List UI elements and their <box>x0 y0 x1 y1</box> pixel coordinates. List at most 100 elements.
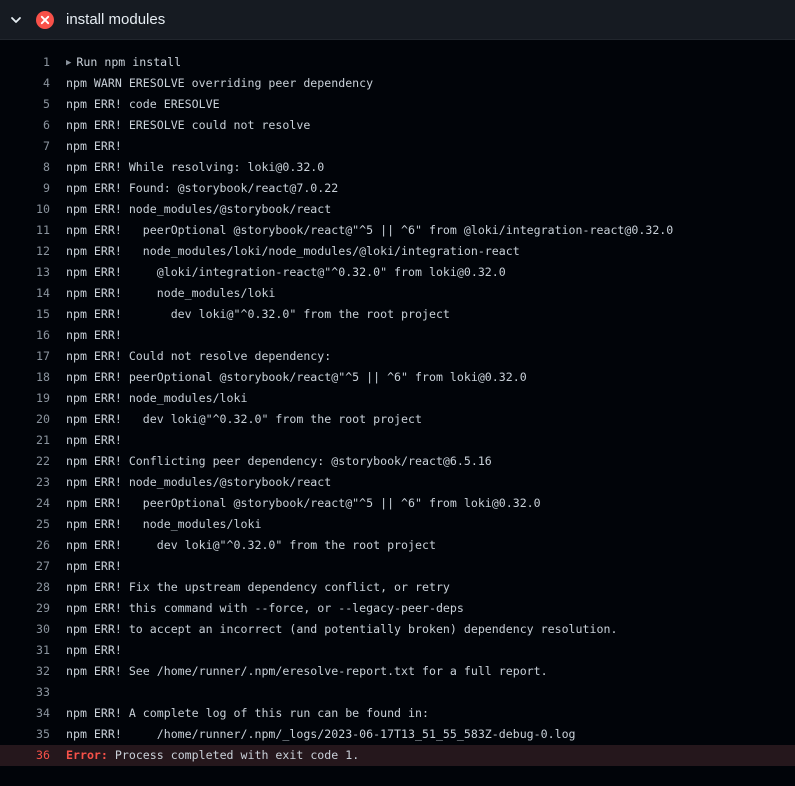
line-number[interactable]: 13 <box>0 262 50 283</box>
line-number[interactable]: 20 <box>0 409 50 430</box>
line-number[interactable]: 15 <box>0 304 50 325</box>
line-number[interactable]: 21 <box>0 430 50 451</box>
line-text: npm ERR! Conflicting peer dependency: @s… <box>66 451 795 472</box>
line-text: npm ERR! code ERESOLVE <box>66 94 795 115</box>
line-content: npm WARN ERESOLVE overriding peer depend… <box>66 76 374 90</box>
log-line: 8 npm ERR! While resolving: loki@0.32.0 <box>0 157 795 178</box>
line-content: npm ERR! code ERESOLVE <box>66 97 220 111</box>
line-content: npm ERR! ERESOLVE could not resolve <box>66 118 311 132</box>
line-content: npm ERR! node_modules/@storybook/react <box>66 202 332 216</box>
step-header[interactable]: install modules <box>0 0 795 40</box>
line-content: npm ERR! node_modules/@storybook/react <box>66 475 332 489</box>
line-number[interactable]: 32 <box>0 661 50 682</box>
line-number[interactable]: 18 <box>0 367 50 388</box>
line-text: ▶ Run npm install <box>66 52 795 73</box>
line-number[interactable]: 35 <box>0 724 50 745</box>
line-content: npm ERR! <box>66 559 122 573</box>
log-line: 25 npm ERR! node_modules/loki <box>0 514 795 535</box>
line-number[interactable]: 14 <box>0 283 50 304</box>
log-line: 29 npm ERR! this command with --force, or… <box>0 598 795 619</box>
line-number[interactable]: 29 <box>0 598 50 619</box>
line-text: npm ERR! this command with --force, or -… <box>66 598 795 619</box>
line-number[interactable]: 24 <box>0 493 50 514</box>
line-number[interactable]: 25 <box>0 514 50 535</box>
line-content: npm ERR! to accept an incorrect (and pot… <box>66 622 618 636</box>
log-line: 21 npm ERR! <box>0 430 795 451</box>
line-number[interactable]: 33 <box>0 682 50 703</box>
line-number[interactable]: 26 <box>0 535 50 556</box>
line-text <box>66 682 795 703</box>
log-line: 30 npm ERR! to accept an incorrect (and p… <box>0 619 795 640</box>
line-number[interactable]: 17 <box>0 346 50 367</box>
log-line: 7 npm ERR! <box>0 136 795 157</box>
log-line: 18 npm ERR! peerOptional @storybook/react… <box>0 367 795 388</box>
log-line: 34 npm ERR! A complete log of this run ca… <box>0 703 795 724</box>
log-group-line[interactable]: 1 ▶ Run npm install <box>0 52 795 73</box>
log-line: 20 npm ERR! dev loki@"^0.32.0" from the r… <box>0 409 795 430</box>
triangle-right-icon[interactable]: ▶ <box>66 58 71 68</box>
line-number[interactable]: 11 <box>0 220 50 241</box>
log-line: 9 npm ERR! Found: @storybook/react@7.0.22 <box>0 178 795 199</box>
line-text: npm ERR! to accept an incorrect (and pot… <box>66 619 795 640</box>
line-number[interactable]: 34 <box>0 703 50 724</box>
chevron-down-icon[interactable] <box>8 12 24 28</box>
line-text: Error: Process completed with exit code … <box>66 745 795 766</box>
line-text: npm ERR! Could not resolve dependency: <box>66 346 795 367</box>
line-text: npm ERR! <box>66 430 795 451</box>
line-number[interactable]: 10 <box>0 199 50 220</box>
line-content: npm ERR! node_modules/loki <box>66 391 248 405</box>
line-number[interactable]: 5 <box>0 94 50 115</box>
line-content: npm ERR! Found: @storybook/react@7.0.22 <box>66 181 339 195</box>
line-number[interactable]: 31 <box>0 640 50 661</box>
error-label: Error: <box>66 748 108 762</box>
line-text: npm ERR! Found: @storybook/react@7.0.22 <box>66 178 795 199</box>
line-number[interactable]: 30 <box>0 619 50 640</box>
log-line: 32 npm ERR! See /home/runner/.npm/eresolv… <box>0 661 795 682</box>
line-number[interactable]: 36 <box>0 745 50 766</box>
line-number[interactable]: 12 <box>0 241 50 262</box>
line-content: npm ERR! Conflicting peer dependency: @s… <box>66 454 492 468</box>
line-content: npm ERR! dev loki@"^0.32.0" from the roo… <box>66 412 422 426</box>
line-content: npm ERR! <box>66 139 122 153</box>
line-content: Process completed with exit code 1. <box>114 748 360 762</box>
line-content: npm ERR! <box>66 433 122 447</box>
log-line: 13 npm ERR! @loki/integration-react@"^0.3… <box>0 262 795 283</box>
line-text: npm ERR! <box>66 136 795 157</box>
line-number[interactable]: 7 <box>0 136 50 157</box>
log-output: 1 ▶ Run npm install 4 npm WARN ERESOLVE over… <box>0 52 795 766</box>
line-text: npm ERR! node_modules/loki/node_modules/… <box>66 241 795 262</box>
log-line: 28 npm ERR! Fix the upstream dependency c… <box>0 577 795 598</box>
line-number[interactable]: 27 <box>0 556 50 577</box>
log-line: 23 npm ERR! node_modules/@storybook/react <box>0 472 795 493</box>
log-line: 10 npm ERR! node_modules/@storybook/react <box>0 199 795 220</box>
line-number[interactable]: 4 <box>0 73 50 94</box>
line-content: npm ERR! peerOptional @storybook/react@"… <box>66 496 541 510</box>
line-content: npm ERR! <box>66 643 122 657</box>
log-line: 26 npm ERR! dev loki@"^0.32.0" from the r… <box>0 535 795 556</box>
line-content: npm ERR! @loki/integration-react@"^0.32.… <box>66 265 506 279</box>
step-title: install modules <box>66 11 166 28</box>
line-number[interactable]: 9 <box>0 178 50 199</box>
log-line: 22 npm ERR! Conflicting peer dependency: … <box>0 451 795 472</box>
line-content: npm ERR! Fix the upstream dependency con… <box>66 580 450 594</box>
line-number[interactable]: 23 <box>0 472 50 493</box>
line-text: npm ERR! <box>66 640 795 661</box>
line-text: npm ERR! node_modules/loki <box>66 283 795 304</box>
line-text: npm ERR! Fix the upstream dependency con… <box>66 577 795 598</box>
line-number[interactable]: 16 <box>0 325 50 346</box>
log-line: 16 npm ERR! <box>0 325 795 346</box>
line-text: npm ERR! ERESOLVE could not resolve <box>66 115 795 136</box>
line-number[interactable]: 28 <box>0 577 50 598</box>
line-content: npm ERR! peerOptional @storybook/react@"… <box>66 223 674 237</box>
line-text: npm ERR! dev loki@"^0.32.0" from the roo… <box>66 409 795 430</box>
line-content: npm ERR! dev loki@"^0.32.0" from the roo… <box>66 307 450 321</box>
line-number[interactable]: 19 <box>0 388 50 409</box>
line-number[interactable]: 1 <box>0 52 50 73</box>
line-text: npm WARN ERESOLVE overriding peer depend… <box>66 73 795 94</box>
log-line: 17 npm ERR! Could not resolve dependency: <box>0 346 795 367</box>
line-number[interactable]: 8 <box>0 157 50 178</box>
line-number[interactable]: 6 <box>0 115 50 136</box>
log-line: 15 npm ERR! dev loki@"^0.32.0" from the r… <box>0 304 795 325</box>
line-number[interactable]: 22 <box>0 451 50 472</box>
log-line: 14 npm ERR! node_modules/loki <box>0 283 795 304</box>
